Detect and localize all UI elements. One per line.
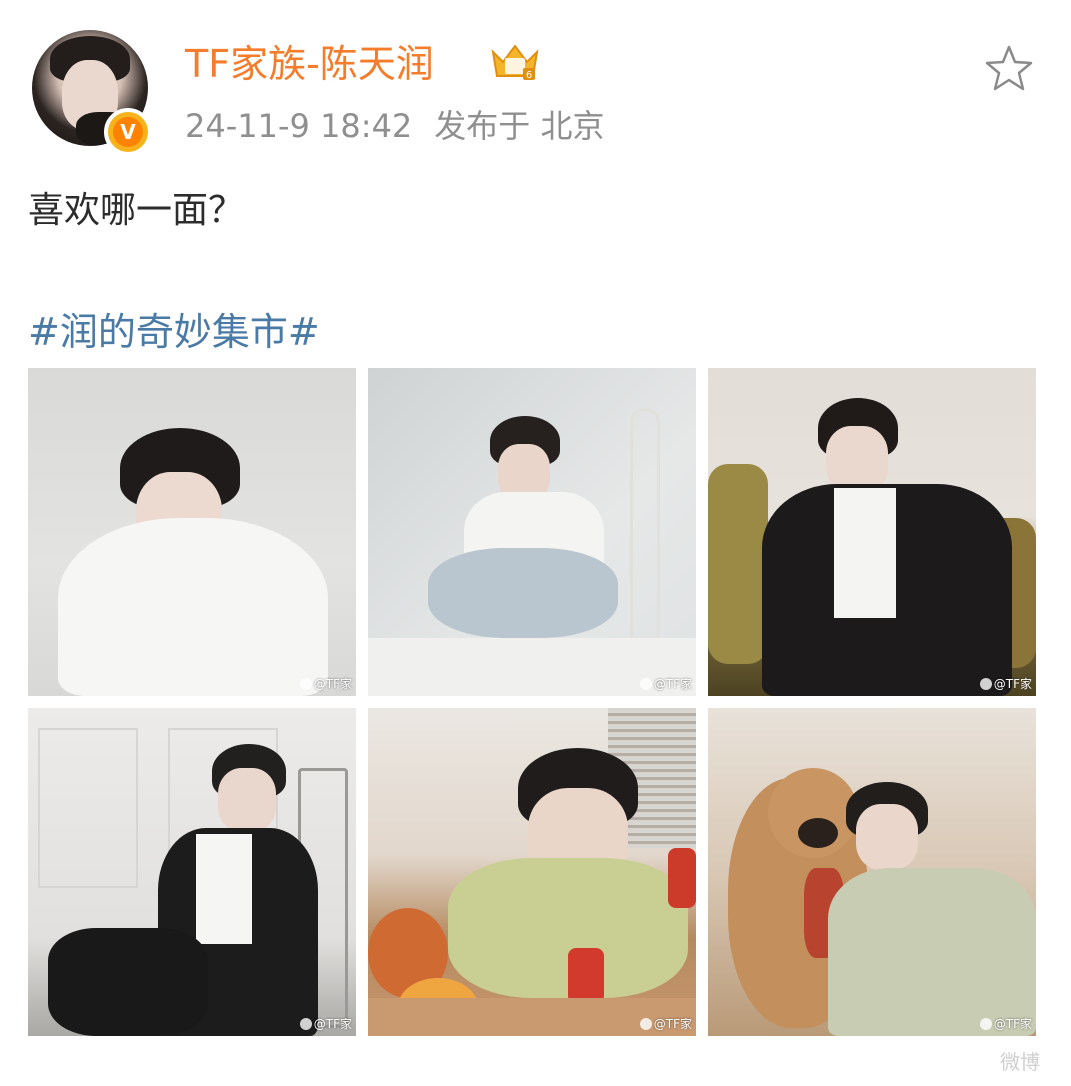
weibo-logo-icon — [639, 678, 652, 690]
photo-2[interactable]: @TF家 — [368, 368, 696, 696]
photo-3[interactable]: @TF家 — [708, 368, 1036, 696]
photo-watermark: @TF家 — [299, 675, 352, 692]
photo-watermark: @TF家 — [639, 1015, 692, 1032]
verified-v-icon: V — [104, 108, 152, 156]
weibo-post: V TF家族-陈天润 6 24-11-9 18:42 发布于 北京 喜欢哪一面？ … — [0, 0, 1071, 1086]
post-location: 发布于 北京 — [434, 107, 605, 145]
author-name[interactable]: TF家族-陈天润 — [185, 40, 434, 88]
photo-watermark: @TF家 — [299, 1015, 352, 1032]
post-meta: 24-11-9 18:42 发布于 北京 — [185, 104, 626, 148]
weibo-logo-icon — [979, 678, 992, 690]
photo-watermark: @TF家 — [979, 1015, 1032, 1032]
weibo-logo-icon — [299, 678, 312, 690]
photo-4[interactable]: @TF家 — [28, 708, 356, 1036]
post-time: 24-11-9 18:42 — [185, 107, 413, 145]
photo-watermark: @TF家 — [979, 675, 1032, 692]
photo-5[interactable]: @TF家 — [368, 708, 696, 1036]
weibo-logo-icon — [639, 1018, 652, 1030]
weibo-logo-icon — [979, 1018, 992, 1030]
verified-letter: V — [113, 117, 143, 147]
hashtag-link[interactable]: #润的奇妙集市# — [28, 306, 320, 358]
crown-badge-icon[interactable]: 6 — [487, 40, 543, 84]
star-icon[interactable] — [982, 42, 1036, 96]
photo-1[interactable]: @TF家 — [28, 368, 356, 696]
weibo-logo-icon — [299, 1018, 312, 1030]
photo-grid: @TF家 @TF家 @TF家 @TF家 @TF家 @TF家 — [28, 368, 1036, 1036]
footer-watermark: 微博 — [1000, 1050, 1040, 1074]
photo-watermark: @TF家 — [639, 675, 692, 692]
photo-6[interactable]: @TF家 — [708, 708, 1036, 1036]
svg-text:6: 6 — [526, 70, 532, 81]
post-text: 喜欢哪一面？ — [28, 190, 245, 231]
